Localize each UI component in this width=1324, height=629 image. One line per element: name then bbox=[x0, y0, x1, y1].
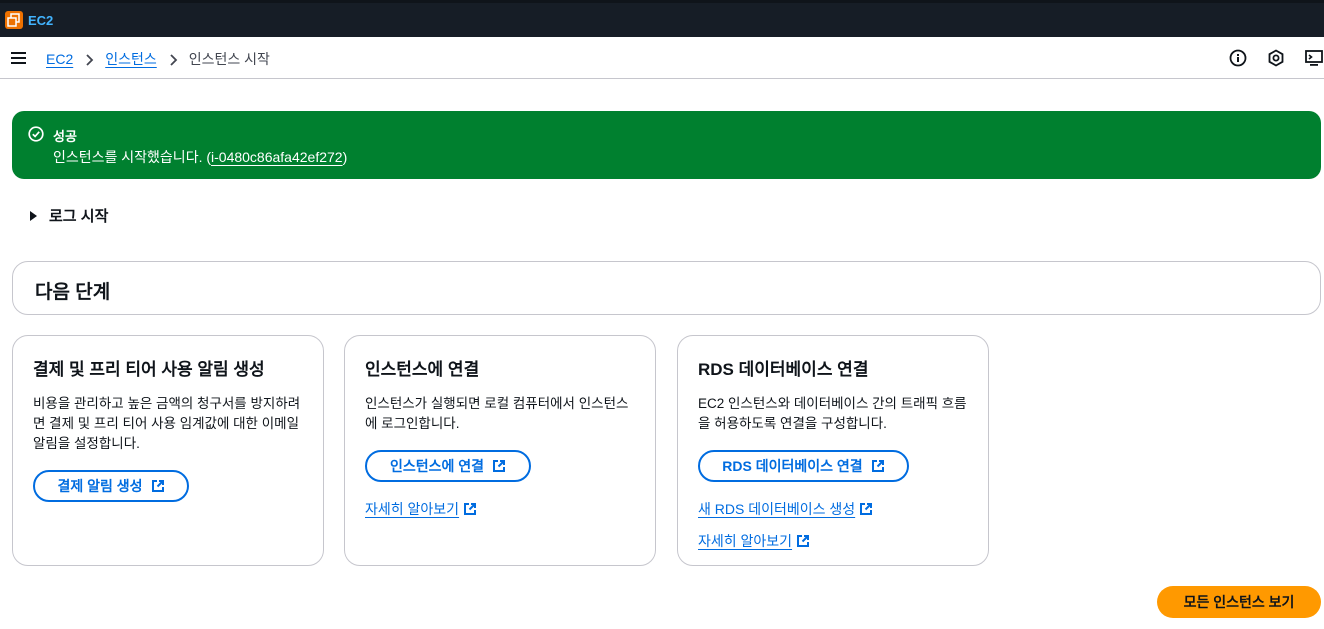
breadcrumb-ec2[interactable]: EC2 bbox=[46, 51, 73, 67]
button-label: 인스턴스에 연결 bbox=[389, 458, 485, 474]
instance-id-link[interactable]: i-0480c86afa42ef272 bbox=[211, 149, 343, 165]
flash-message-suffix: ) bbox=[342, 149, 348, 165]
external-link-icon bbox=[859, 502, 873, 516]
next-steps-container: 다음 단계 bbox=[12, 261, 1321, 315]
breadcrumb-instances[interactable]: 인스턴스 bbox=[105, 49, 157, 69]
create-rds-link[interactable]: 새 RDS 데이터베이스 생성 bbox=[698, 499, 873, 519]
connect-instance-button[interactable]: 인스턴스에 연결 bbox=[365, 450, 531, 482]
caret-right-icon bbox=[30, 210, 37, 221]
info-icon[interactable] bbox=[1228, 48, 1248, 68]
create-billing-alert-button[interactable]: 결제 알림 생성 bbox=[33, 470, 189, 502]
menu-icon[interactable] bbox=[11, 52, 26, 64]
launch-log-toggle[interactable]: 로그 시작 bbox=[30, 205, 108, 226]
check-circle-icon bbox=[28, 126, 44, 147]
link-label: 자세히 알아보기 bbox=[698, 533, 793, 549]
chevron-right-icon bbox=[73, 51, 105, 67]
external-link-icon bbox=[796, 534, 810, 548]
card-title: 인스턴스에 연결 bbox=[365, 360, 480, 379]
flash-title: 성공 bbox=[53, 129, 77, 144]
flash-message-text: 인스턴스를 시작했습니다. ( bbox=[53, 149, 212, 165]
card-title: 결제 및 프리 티어 사용 알림 생성 bbox=[33, 360, 265, 379]
flash-message: 인스턴스를 시작했습니다. (i-0480c86afa42ef272) bbox=[53, 147, 347, 167]
launch-log-label: 로그 시작 bbox=[49, 208, 109, 225]
service-name[interactable]: EC2 bbox=[28, 13, 53, 28]
breadcrumb-current: 인스턴스 시작 bbox=[188, 51, 270, 67]
card-description: 인스턴스가 실행되면 로컬 컴퓨터에서 인스턴스에 로그인합니다. bbox=[365, 396, 629, 431]
card-description: EC2 인스턴스와 데이터베이스 간의 트래픽 흐름을 허용하도록 연결을 구성… bbox=[698, 396, 967, 431]
top-bar: EC2 bbox=[0, 0, 1324, 37]
external-link-icon bbox=[151, 479, 165, 493]
chevron-right-icon bbox=[157, 51, 189, 67]
rds-connect-card: RDS 데이터베이스 연결 EC2 인스턴스와 데이터베이스 간의 트래픽 흐름… bbox=[677, 335, 989, 566]
link-label: 새 RDS 데이터베이스 생성 bbox=[698, 501, 856, 517]
next-steps-title: 다음 단계 bbox=[35, 282, 111, 303]
breadcrumb: EC2 인스턴스 인스턴스 시작 bbox=[46, 49, 270, 69]
card-description: 비용을 관리하고 높은 금액의 청구서를 방지하려면 결제 및 프리 티어 사용… bbox=[33, 396, 301, 451]
ec2-service-icon[interactable] bbox=[5, 11, 23, 29]
link-label: 자세히 알아보기 bbox=[365, 501, 460, 517]
view-all-instances-button[interactable]: 모든 인스턴스 보기 bbox=[1157, 586, 1321, 618]
cloudshell-icon[interactable] bbox=[1304, 48, 1324, 68]
connect-instance-card: 인스턴스에 연결 인스턴스가 실행되면 로컬 컴퓨터에서 인스턴스에 로그인합니… bbox=[344, 335, 656, 566]
navigation-bar: EC2 인스턴스 인스턴스 시작 bbox=[0, 37, 1324, 79]
button-label: 결제 알림 생성 bbox=[57, 478, 143, 494]
external-link-icon bbox=[492, 459, 506, 473]
success-flashbar: 성공 인스턴스를 시작했습니다. (i-0480c86afa42ef272) bbox=[12, 111, 1321, 179]
learn-more-link[interactable]: 자세히 알아보기 bbox=[365, 499, 477, 519]
external-link-icon bbox=[463, 502, 477, 516]
button-label: RDS 데이터베이스 연결 bbox=[722, 458, 863, 474]
settings-hexagon-icon[interactable] bbox=[1266, 48, 1286, 68]
billing-alert-card: 결제 및 프리 티어 사용 알림 생성 비용을 관리하고 높은 금액의 청구서를… bbox=[12, 335, 324, 566]
learn-more-link[interactable]: 자세히 알아보기 bbox=[698, 531, 810, 551]
external-link-icon bbox=[871, 459, 885, 473]
card-title: RDS 데이터베이스 연결 bbox=[698, 360, 869, 379]
connect-rds-button[interactable]: RDS 데이터베이스 연결 bbox=[698, 450, 909, 482]
